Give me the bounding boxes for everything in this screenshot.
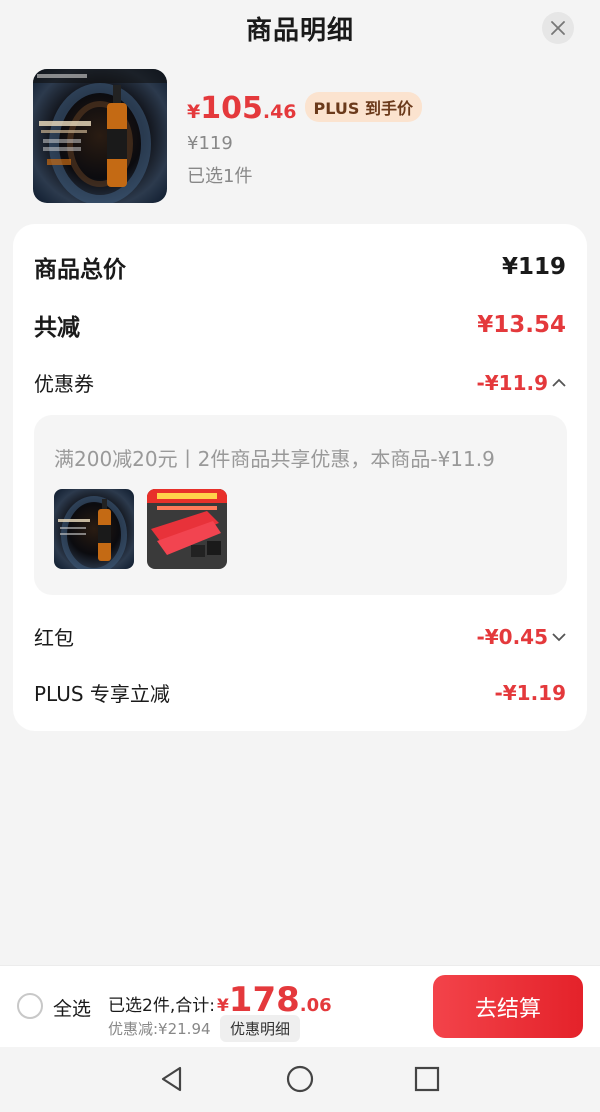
redpacket-label: 红包 [34,626,74,650]
close-icon [551,21,565,35]
price-decimal: .46 [262,101,297,123]
order-total: 已选2件,合计: ¥ 178 .06 [108,980,332,1020]
original-price: ¥119 [187,133,233,154]
plus-price-badge: PLUS 到手价 [304,92,422,122]
coupon-product-image-2 [147,489,227,569]
selected-count: 已选1件 [187,166,253,187]
total-reduction-row: 共减 ¥13.54 [34,308,566,342]
total-reduction-label: 共减 [34,315,80,341]
back-icon[interactable] [158,1065,186,1093]
system-nav-bar [0,1047,600,1112]
coupon-detail-box: 满200减20元丨2件商品共享优惠，本商品-¥11.9 [34,415,567,595]
plus-discount-row: PLUS 专享立减 -¥1.19 [34,678,566,707]
checkout-bar: 全选 已选2件,合计: ¥ 178 .06 优惠减:¥21.94 优惠明细 去结… [0,965,600,1047]
discount-amount: 优惠减:¥21.94 [108,1020,211,1038]
total-decimal: .06 [299,995,332,1016]
coupon-value: -¥11.9 [476,370,548,395]
select-all-radio[interactable] [17,993,43,1019]
plus-discount-value: -¥1.19 [494,680,566,705]
chevron-up-icon [552,378,566,387]
price-breakdown-card: 商品总价 ¥119 共减 ¥13.54 优惠券 -¥11.9 满200减20元丨… [13,224,587,731]
product-price: ¥ 105 .46 PLUS 到手价 [187,91,422,126]
discount-detail-button[interactable]: 优惠明细 [220,1015,301,1042]
total-symbol: ¥ [216,996,229,1016]
coupon-row[interactable]: 优惠券 -¥11.9 [34,368,566,397]
select-all-label[interactable]: 全选 [53,994,91,1021]
total-integer: 178 [228,980,300,1020]
close-button[interactable] [542,12,574,44]
product-summary: ¥ 105 .46 PLUS 到手价 ¥119 已选1件 [33,69,573,203]
chevron-down-icon [552,632,566,641]
coupon-product-image-1 [54,489,134,569]
checkout-button[interactable]: 去结算 [433,975,583,1038]
redpacket-value: -¥0.45 [476,624,548,649]
coupon-detail-text: 满200减20元丨2件商品共享优惠，本商品-¥11.9 [54,447,495,471]
total-price-label: 商品总价 [34,257,126,283]
redpacket-value-wrap[interactable]: -¥0.45 [476,625,566,649]
product-image[interactable] [33,69,167,203]
selected-total-label: 已选2件,合计: [108,996,215,1016]
redpacket-row[interactable]: 红包 -¥0.45 [34,622,566,651]
total-reduction-value: ¥13.54 [477,312,566,338]
coupon-label: 优惠券 [34,372,94,396]
recents-icon[interactable] [413,1065,441,1093]
price-symbol: ¥ [187,101,201,123]
page-header: 商品明细 [0,0,600,56]
plus-discount-label: PLUS 专享立减 [34,682,170,706]
home-icon[interactable] [286,1065,314,1093]
page-title: 商品明细 [245,15,354,46]
price-integer: 105 [200,91,263,126]
coupon-value-wrap[interactable]: -¥11.9 [476,371,566,395]
total-price-row: 商品总价 ¥119 [34,250,566,284]
total-price-value: ¥119 [501,254,566,280]
